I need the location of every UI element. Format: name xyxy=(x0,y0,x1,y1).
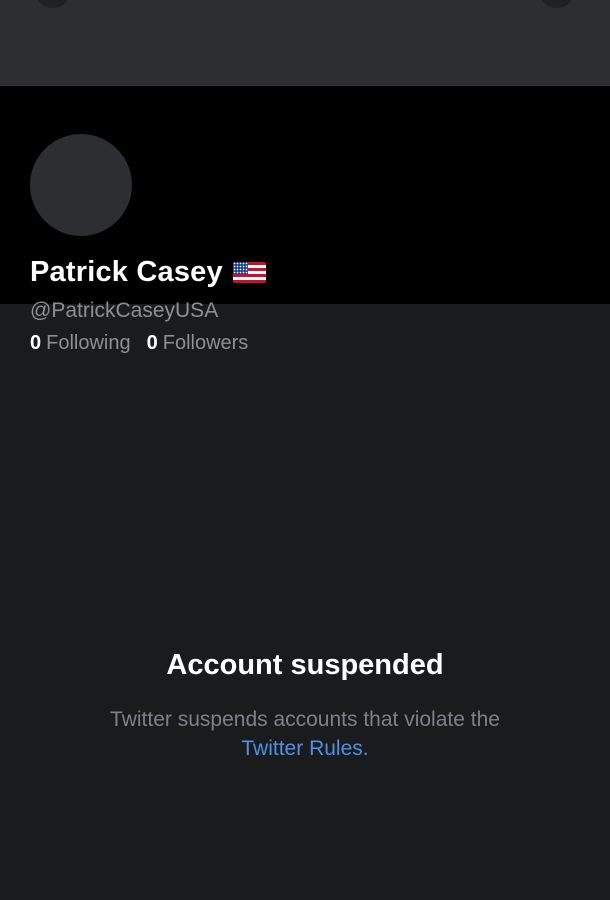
twitter-rules-link[interactable]: Twitter Rules. xyxy=(241,737,368,760)
suspension-title: Account suspended xyxy=(166,649,444,681)
twitter-rules-period: . xyxy=(362,737,369,760)
flag-canton xyxy=(232,261,248,274)
followers-count: 0 xyxy=(146,332,158,354)
profile-stats: 0 Following 0 Followers xyxy=(30,331,264,355)
following-count: 0 xyxy=(30,332,42,354)
following-label: Following xyxy=(46,332,131,354)
suspension-message-block: Twitter suspends accounts that violate t… xyxy=(0,705,610,763)
more-options-button[interactable] xyxy=(542,0,572,8)
avatar[interactable] xyxy=(26,130,136,240)
profile-header: Patrick Casey @PatrickCaseyUSA 0 Followi… xyxy=(0,86,610,354)
back-button[interactable] xyxy=(38,0,68,8)
profile-handle: @PatrickCaseyUSA xyxy=(30,299,219,322)
profile-banner xyxy=(0,0,610,86)
display-name: Patrick Casey xyxy=(30,256,223,288)
followers-stat[interactable]: 0 Followers xyxy=(147,331,249,355)
suspension-notice: Account suspended Twitter suspends accou… xyxy=(0,645,610,763)
following-stat[interactable]: 0 Following xyxy=(30,331,131,355)
twitter-rules-link-text: Twitter Rules xyxy=(241,737,363,760)
name-row: Patrick Casey xyxy=(30,254,266,290)
followers-label: Followers xyxy=(162,332,249,354)
us-flag-icon xyxy=(232,261,266,283)
suspension-message: Twitter suspends accounts that violate t… xyxy=(110,708,500,731)
